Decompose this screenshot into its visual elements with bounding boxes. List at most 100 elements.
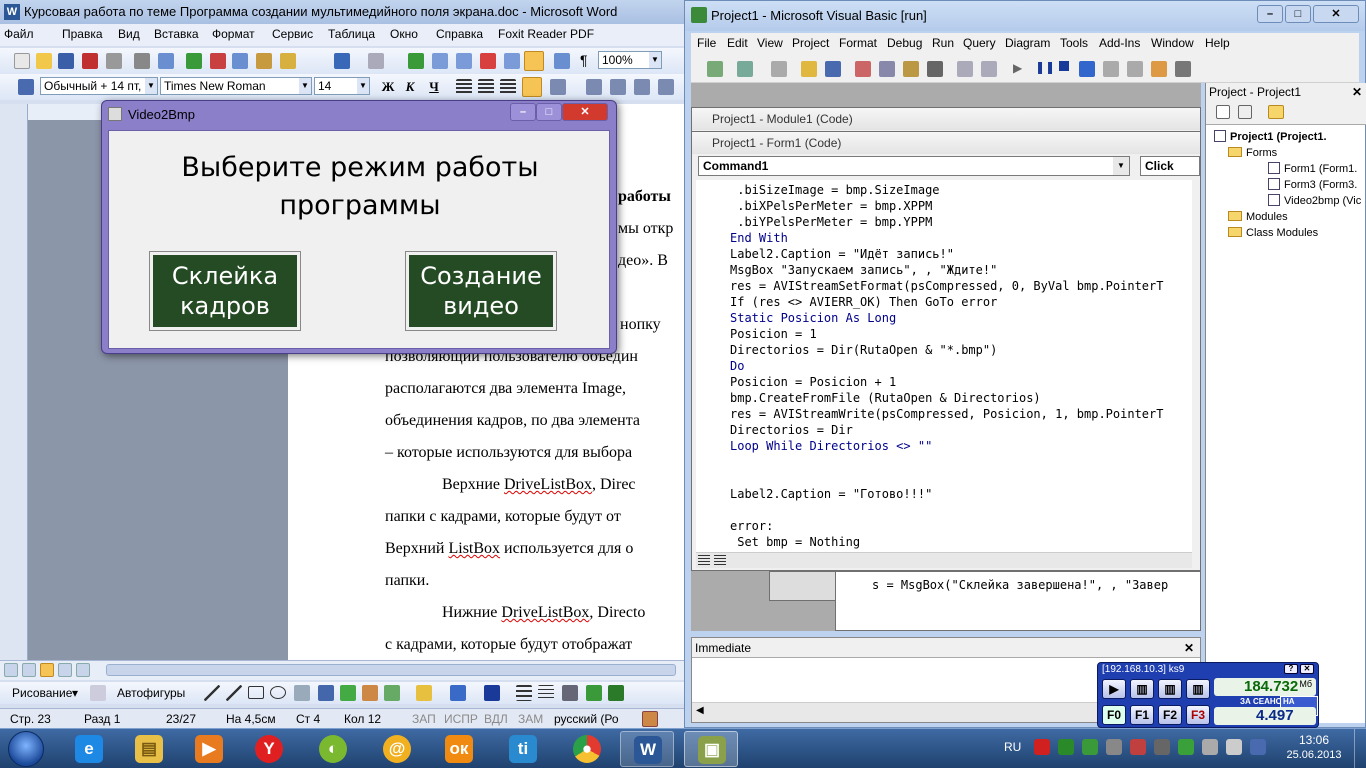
vb-menu-diagram[interactable]: Diagram xyxy=(1005,36,1050,50)
view-code-icon[interactable] xyxy=(1216,105,1230,119)
save-icon[interactable] xyxy=(825,61,841,77)
word-menu-table[interactable]: Таблица xyxy=(328,27,375,41)
shadow-icon[interactable] xyxy=(586,685,602,701)
show-desktop-button[interactable] xyxy=(1354,729,1366,768)
vb-menu-edit[interactable]: Edit xyxy=(727,36,748,50)
format-painter-icon[interactable] xyxy=(280,53,296,69)
tree-forms[interactable]: Forms xyxy=(1228,145,1277,161)
drawing-icon[interactable] xyxy=(524,51,544,71)
status-trk[interactable]: ИСПР xyxy=(444,712,478,726)
stats-button-2[interactable]: ▥ xyxy=(1158,679,1182,699)
wordart-icon[interactable] xyxy=(318,685,334,701)
redo-icon[interactable] xyxy=(368,53,384,69)
print-icon[interactable] xyxy=(106,53,122,69)
tray-icon-6[interactable] xyxy=(1154,739,1170,755)
stats-button-1[interactable]: ▥ xyxy=(1130,679,1154,699)
search-icon[interactable] xyxy=(158,53,174,69)
clipart-icon[interactable] xyxy=(362,685,378,701)
maximize-button[interactable]: □ xyxy=(536,103,562,121)
stop-icon[interactable] xyxy=(1059,61,1069,71)
start-icon[interactable]: ▶ xyxy=(1013,61,1022,75)
view-object-icon[interactable] xyxy=(1238,105,1252,119)
vb-menu-tools[interactable]: Tools xyxy=(1060,36,1088,50)
open-folder-icon[interactable] xyxy=(36,53,52,69)
tray-icon-5[interactable] xyxy=(1130,739,1146,755)
align-right-icon[interactable] xyxy=(500,79,516,95)
diagram-icon[interactable] xyxy=(340,685,356,701)
undo-icon[interactable] xyxy=(334,53,350,69)
close-button[interactable]: ✕ xyxy=(562,103,608,121)
copy-icon[interactable] xyxy=(232,53,248,69)
word-menu-file[interactable]: Файл xyxy=(4,27,34,41)
3d-icon[interactable] xyxy=(608,685,624,701)
procedure-dropdown[interactable]: Click xyxy=(1140,156,1200,176)
font-combo[interactable]: Times New Roman ▼ xyxy=(160,77,312,95)
minimize-button[interactable]: – xyxy=(1257,5,1283,23)
taskbar-vb6[interactable]: ▣ xyxy=(684,731,738,767)
word-menu-foxit[interactable]: Foxit Reader PDF xyxy=(498,27,594,41)
scroll-left-icon[interactable]: ◀ xyxy=(696,705,704,716)
page-view-icon[interactable] xyxy=(40,663,54,677)
taskbar-media-player[interactable]: ▶ xyxy=(182,731,236,767)
word-menu-format[interactable]: Формат xyxy=(212,27,255,41)
reading-view-icon[interactable] xyxy=(76,663,90,677)
table-icon[interactable] xyxy=(432,53,448,69)
textbox-icon[interactable] xyxy=(294,685,310,701)
vb-menu-view[interactable]: View xyxy=(757,36,783,50)
autoshapes-menu[interactable]: Автофигуры xyxy=(117,686,185,700)
pdf-icon[interactable] xyxy=(82,53,98,69)
tree-class-modules[interactable]: Class Modules xyxy=(1228,225,1318,241)
redo-icon[interactable] xyxy=(981,61,997,77)
help-icon[interactable]: ? xyxy=(1284,664,1298,674)
bullets-icon[interactable] xyxy=(610,79,626,95)
word-menu-tools[interactable]: Сервис xyxy=(272,27,313,41)
close-icon[interactable]: ✕ xyxy=(1352,85,1362,99)
word-horizontal-scrollbar[interactable] xyxy=(0,660,686,680)
vb-menu-window[interactable]: Window xyxy=(1151,36,1194,50)
word-menu-insert[interactable]: Вставка xyxy=(154,27,199,41)
pause-icon[interactable]: ❚❚ xyxy=(1035,60,1055,74)
taskbar-odnoklassniki[interactable]: ок xyxy=(432,731,486,767)
dash-style-icon[interactable] xyxy=(538,685,554,701)
code-editor[interactable]: .biSizeImage = bmp.SizeImage .biXPelsPer… xyxy=(696,180,1192,552)
taskbar-ie[interactable]: e xyxy=(62,731,116,767)
create-video-button[interactable]: Создание видео xyxy=(405,251,557,331)
vb-menu-project[interactable]: Project xyxy=(792,36,829,50)
vb-menu-query[interactable]: Query xyxy=(963,36,996,50)
clock-date[interactable]: 25.06.2013 xyxy=(1282,749,1346,761)
justify-icon[interactable] xyxy=(522,77,542,97)
cut-icon[interactable] xyxy=(210,53,226,69)
oval-icon[interactable] xyxy=(270,686,286,699)
word-titlebar[interactable]: W Курсовая работа по теме Программа созд… xyxy=(0,0,686,24)
network-tray-icon[interactable] xyxy=(1202,739,1218,755)
nvidia-tray-icon[interactable] xyxy=(1178,739,1194,755)
select-objects-icon[interactable] xyxy=(90,685,106,701)
f0-button[interactable]: F0 xyxy=(1102,705,1126,725)
tray-icon-3[interactable] xyxy=(1082,739,1098,755)
align-left-icon[interactable] xyxy=(456,79,472,95)
status-rec[interactable]: ЗАП xyxy=(412,712,436,726)
tree-form3[interactable]: Form3 (Form3. xyxy=(1268,177,1357,193)
word-menu-help[interactable]: Справка xyxy=(436,27,483,41)
vb-menu-addins[interactable]: Add-Ins xyxy=(1099,36,1140,50)
print-preview-icon[interactable] xyxy=(134,53,150,69)
columns-icon[interactable] xyxy=(504,53,520,69)
normal-view-icon[interactable] xyxy=(4,663,18,677)
code-horizontal-scrollbar[interactable] xyxy=(696,552,1192,568)
arrow-style-icon[interactable] xyxy=(562,685,578,701)
status-ext[interactable]: ВДЛ xyxy=(484,712,508,726)
tree-root[interactable]: Project1 (Project1. xyxy=(1214,129,1327,145)
vb-menu-file[interactable]: File xyxy=(697,36,716,50)
f1-button[interactable]: F1 xyxy=(1130,705,1154,725)
arrow-icon[interactable] xyxy=(226,685,242,701)
menu-editor-icon[interactable] xyxy=(771,61,787,77)
clock-time[interactable]: 13:06 xyxy=(1290,733,1338,747)
toolbox-icon[interactable] xyxy=(1175,61,1191,77)
adobe-tray-icon[interactable] xyxy=(1034,739,1050,755)
tree-form1[interactable]: Form1 (Form1. xyxy=(1268,161,1357,177)
add-project-icon[interactable] xyxy=(707,61,723,77)
open-folder-icon[interactable] xyxy=(801,61,817,77)
outline-view-icon[interactable] xyxy=(58,663,72,677)
code-window-back-2[interactable]: s = MsgBox("Склейка завершена!", , "Заве… xyxy=(835,571,1201,631)
procedure-view-icon[interactable] xyxy=(698,555,710,566)
